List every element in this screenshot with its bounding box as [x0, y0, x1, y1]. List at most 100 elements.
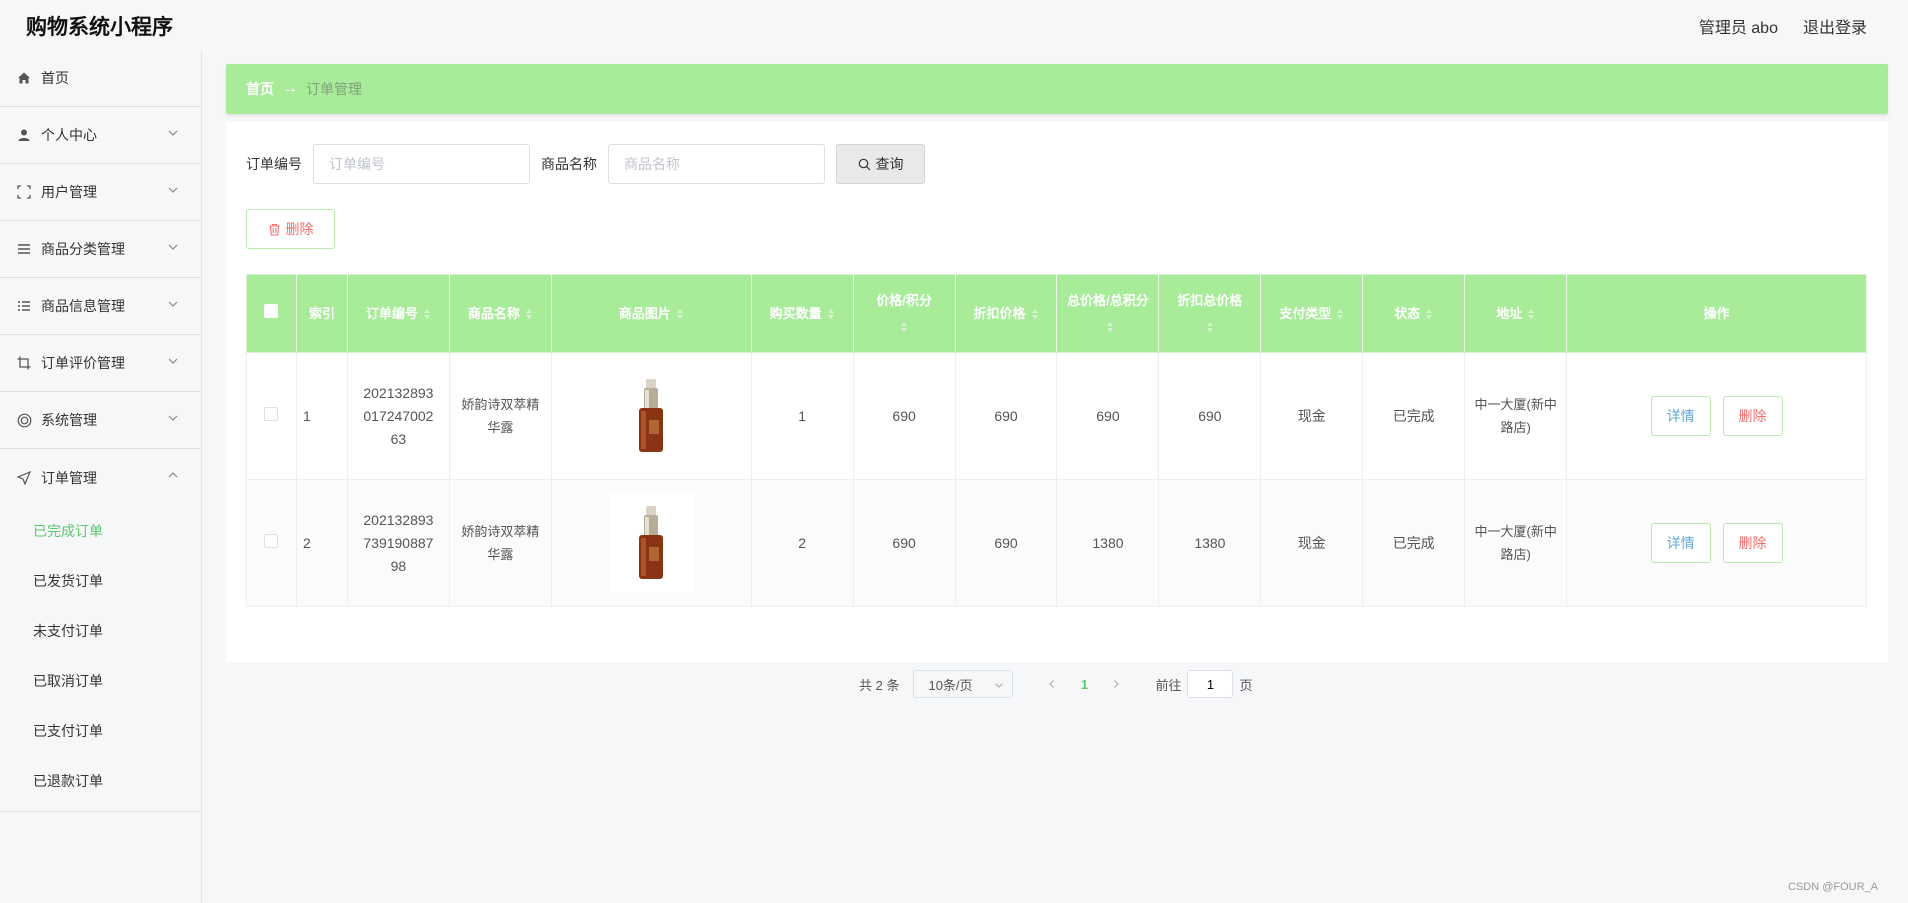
discount-price-cell: 690 — [954, 352, 1058, 480]
detail-button[interactable]: 详情 — [1650, 523, 1711, 563]
sort-icon[interactable] — [827, 308, 835, 320]
product-image[interactable] — [609, 366, 693, 466]
send-icon — [16, 470, 32, 486]
watermark: CSDN @FOUR_A — [1787, 881, 1878, 893]
product-name-cell: 娇韵诗双萃精华露 — [448, 479, 552, 607]
order-no-label: 订单编号 — [246, 156, 302, 172]
sort-icon[interactable] — [1527, 308, 1535, 320]
submenu-cancelled-orders[interactable]: 已取消订单 — [0, 656, 201, 706]
sort-icon[interactable] — [1106, 321, 1114, 333]
breadcrumb-home[interactable]: 首页 — [246, 79, 274, 99]
pagination: 共 2 条 10条/页 1 前往 页 — [859, 670, 1253, 698]
goto-page-input[interactable] — [1187, 670, 1234, 698]
submenu-refunded-orders[interactable]: 已退款订单 — [0, 756, 201, 806]
sort-icon[interactable] — [900, 321, 908, 333]
order-no-line: 63 — [390, 430, 407, 447]
chevron-down-icon — [168, 130, 178, 136]
actions-cell: 详情 删除 — [1566, 352, 1867, 480]
sidebar-item-review[interactable]: 订单评价管理 — [0, 335, 201, 392]
sort-icon[interactable] — [525, 308, 533, 320]
batch-delete-label: 删除 — [285, 221, 314, 237]
order-no-input[interactable] — [313, 144, 530, 184]
order-no-line: 202132893 — [363, 384, 434, 401]
batch-delete-button[interactable]: 删除 — [246, 209, 335, 249]
table-row: 2 202132893 739190887 98 娇韵诗双萃精华露 2 690 — [246, 479, 1867, 607]
sort-icon[interactable] — [1425, 308, 1433, 320]
column-header-label: 商品名称 — [467, 305, 520, 321]
row-checkbox[interactable] — [264, 533, 279, 548]
prev-page-button[interactable] — [1037, 677, 1067, 692]
sidebar-item-profile[interactable]: 个人中心 — [0, 107, 201, 164]
page-number[interactable]: 1 — [1067, 677, 1101, 692]
column-header[interactable]: 支付类型 — [1260, 274, 1364, 353]
submenu-shipped-orders[interactable]: 已发货订单 — [0, 556, 201, 606]
product-name-input[interactable] — [608, 144, 825, 184]
page-size-select[interactable]: 10条/页 — [913, 670, 1014, 698]
submenu-paid-orders[interactable]: 已支付订单 — [0, 706, 201, 756]
column-header-label: 订单编号 — [365, 305, 418, 321]
row-select-cell[interactable] — [246, 479, 297, 607]
column-header[interactable]: 总价格/总积分 — [1056, 274, 1160, 353]
column-header[interactable]: 商品图片 — [550, 274, 752, 353]
sidebar-item-product[interactable]: 商品信息管理 — [0, 278, 201, 335]
breadcrumb-arrow: → — [282, 80, 298, 97]
chevron-down-icon — [168, 415, 178, 421]
column-header[interactable]: 购买数量 — [750, 274, 854, 353]
table-row: 1 202132893 017247002 63 娇韵诗双萃精华露 1 690 — [246, 352, 1867, 480]
list-icon — [16, 241, 32, 257]
column-header[interactable]: 状态 — [1362, 274, 1466, 353]
index-cell: 2 — [295, 479, 348, 607]
breadcrumb: 首页 → 订单管理 — [226, 64, 1888, 114]
submenu-completed-orders[interactable]: 已完成订单 — [0, 506, 201, 556]
sort-icon[interactable] — [423, 308, 431, 320]
select-all-checkbox[interactable] — [264, 303, 279, 318]
column-header: 索引 — [295, 274, 348, 353]
user-icon — [16, 127, 32, 143]
row-select-cell[interactable] — [246, 352, 297, 480]
sidebar-item-system[interactable]: 系统管理 — [0, 392, 201, 449]
sort-icon[interactable] — [1336, 308, 1344, 320]
sidebar-item-category[interactable]: 商品分类管理 — [0, 221, 201, 278]
product-image-cell — [550, 352, 752, 480]
column-header[interactable]: 商品名称 — [448, 274, 552, 353]
submenu-unpaid-orders[interactable]: 未支付订单 — [0, 606, 201, 656]
trash-icon — [269, 223, 279, 236]
detail-button[interactable]: 详情 — [1650, 396, 1711, 436]
order-no-line: 017247002 — [363, 407, 434, 424]
status-cell: 已完成 — [1362, 479, 1466, 607]
search-form: 订单编号 商品名称 查询 — [246, 144, 925, 184]
delete-button[interactable]: 删除 — [1722, 396, 1783, 436]
column-header[interactable]: 地址 — [1464, 274, 1568, 353]
logout-link[interactable]: 退出登录 — [1803, 14, 1867, 38]
column-header[interactable]: 订单编号 — [346, 274, 450, 353]
column-header[interactable]: 价格/积分 — [852, 274, 956, 353]
sidebar-item-home[interactable]: 首页 — [0, 50, 201, 107]
sort-icon[interactable] — [676, 308, 684, 320]
table-header-row: 索引 订单编号 商品名称 商品图片 购买数量 价格/积分 折扣价格 总价格/总积… — [246, 274, 1867, 353]
query-button[interactable]: 查询 — [836, 144, 925, 184]
sidebar-item-label: 商品信息管理 — [41, 298, 125, 314]
sidebar-item-orders[interactable]: 订单管理 — [0, 449, 201, 506]
delete-button[interactable]: 删除 — [1722, 523, 1783, 563]
sort-icon[interactable] — [1031, 308, 1039, 320]
product-image-cell — [550, 479, 752, 607]
order-no-line: 202132893 — [363, 511, 434, 528]
row-checkbox[interactable] — [264, 406, 279, 421]
product-name-cell: 娇韵诗双萃精华露 — [448, 352, 552, 480]
chevron-right-icon — [1114, 679, 1120, 688]
product-image[interactable] — [609, 493, 694, 593]
select-all-cell[interactable] — [246, 274, 297, 353]
order-no-cell: 202132893 739190887 98 — [346, 479, 450, 607]
chevron-down-icon — [168, 244, 178, 250]
column-header[interactable]: 折扣总价格 — [1158, 274, 1262, 353]
next-page-button[interactable] — [1101, 677, 1131, 692]
discount-price-cell: 690 — [954, 479, 1058, 607]
column-header[interactable]: 折扣价格 — [954, 274, 1058, 353]
column-header-label: 总价格/总积分 — [1067, 292, 1149, 308]
sort-icon[interactable] — [1206, 321, 1214, 333]
header-actions: 管理员 abo 退出登录 — [1699, 14, 1867, 38]
goto-page: 前往 页 — [1155, 670, 1253, 698]
column-header: 操作 — [1566, 274, 1867, 353]
sidebar-item-users[interactable]: 用户管理 — [0, 164, 201, 221]
quantity-cell: 1 — [750, 352, 854, 480]
